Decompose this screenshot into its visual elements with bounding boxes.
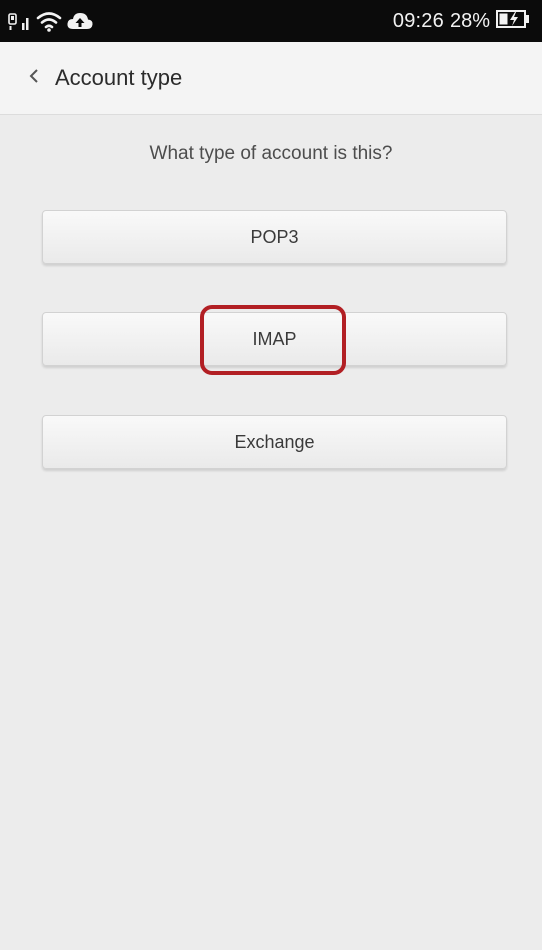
account-type-content: What type of account is this? POP3 IMAP … bbox=[0, 115, 542, 950]
page-title: Account type bbox=[55, 65, 183, 90]
exchange-button-label: Exchange bbox=[234, 431, 315, 452]
back-button[interactable] bbox=[16, 56, 52, 100]
status-bar: 09:26 28% bbox=[0, 0, 542, 42]
battery-percent: 28% bbox=[449, 9, 490, 32]
pop3-button-label: POP3 bbox=[250, 226, 299, 247]
exchange-button[interactable]: Exchange bbox=[42, 415, 507, 469]
account-type-question: What type of account is this? bbox=[149, 143, 393, 164]
sim-card-icon bbox=[8, 12, 18, 30]
signal-icon bbox=[22, 11, 32, 31]
action-bar: Account type bbox=[0, 42, 542, 115]
imap-button-label: IMAP bbox=[252, 328, 297, 349]
cloud-upload-icon bbox=[66, 10, 94, 32]
status-time: 09:26 bbox=[392, 9, 444, 32]
battery-charging-icon bbox=[496, 9, 530, 34]
imap-button[interactable]: IMAP bbox=[42, 312, 507, 366]
chevron-left-icon bbox=[28, 68, 40, 89]
status-icons-right: 09:26 28% bbox=[393, 0, 530, 42]
phone-screen: 09:26 28% Account type What type of acco… bbox=[0, 0, 542, 950]
wifi-icon bbox=[36, 10, 62, 32]
status-icons-left bbox=[8, 0, 94, 42]
pop3-button[interactable]: POP3 bbox=[42, 210, 507, 264]
